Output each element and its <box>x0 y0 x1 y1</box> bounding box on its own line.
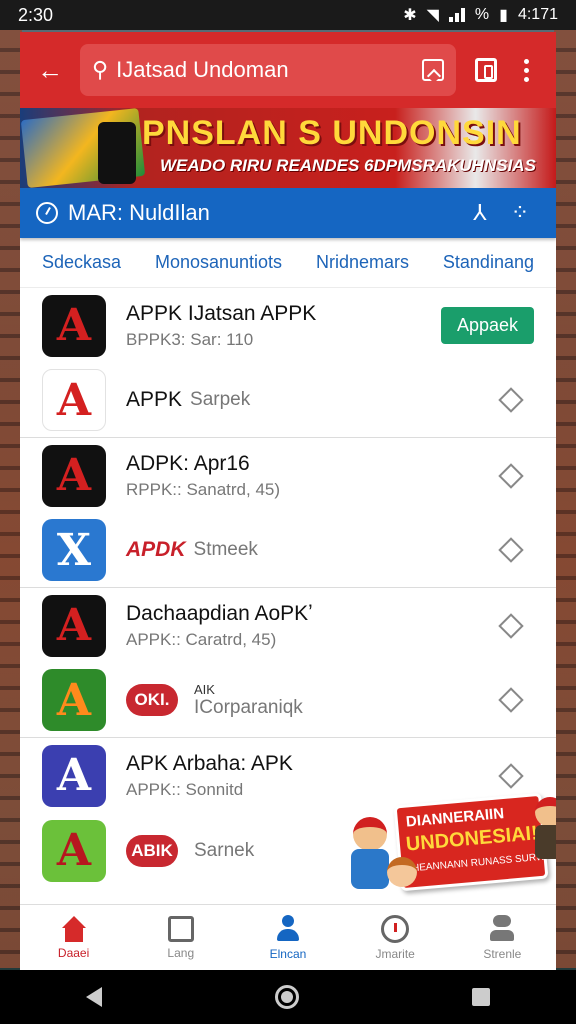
list-item[interactable]: A APK Arbaha: APK APPK:: Sonnitd <box>20 738 556 813</box>
app-icon: A <box>42 744 106 807</box>
item-subtitle: RPPK:: Sanatrd, 45) <box>126 479 281 499</box>
search-query: IJatsad Undoman <box>116 57 289 82</box>
nav-label: Strenle <box>483 946 522 961</box>
status-percent: % <box>474 6 490 23</box>
home-button-icon[interactable] <box>274 985 299 1009</box>
diamond-icon[interactable] <box>498 387 524 413</box>
brand-logo: ABIK <box>126 834 178 867</box>
app-list: A APPK IJatsan APPK BPPK3: Sar: 110 Appa… <box>20 288 556 888</box>
status-clock-right: 4:171 <box>517 6 558 23</box>
app-icon: A <box>42 369 106 431</box>
app-window: ← ⚲ IJatsad Undoman PNSLAN S UNDONSIN WE… <box>20 32 556 970</box>
list-item[interactable]: A APPK IJatsan APPK BPPK3: Sar: 110 Appa… <box>20 288 556 363</box>
item-title: APPK IJatsan APPK <box>126 301 317 325</box>
nav-label: Jmarite <box>375 946 415 961</box>
list-item[interactable]: A OKI. AIK ICorparaniqk <box>20 663 556 738</box>
app-icon: A <box>42 819 106 882</box>
status-icons: ✱ ◥ % ▮ 4:171 <box>403 5 558 25</box>
item-title: APPK <box>126 388 183 411</box>
status-bar: 2:30 ✱ ◥ % ▮ 4:171 <box>0 0 576 30</box>
nav-item-lang[interactable]: Lang <box>136 915 226 960</box>
item-tag: AIK <box>194 681 215 697</box>
recents-icon[interactable] <box>471 988 490 1006</box>
clock-icon <box>36 202 58 224</box>
home-icon <box>59 915 89 942</box>
square-icon <box>167 915 194 942</box>
diamond-icon[interactable] <box>498 537 524 563</box>
app-icon: A <box>42 444 106 507</box>
tab-nridnemars[interactable]: Nridnemars <box>316 252 409 273</box>
wifi-icon: ◥ <box>426 7 439 24</box>
timer-icon <box>381 914 410 943</box>
nav-label: Daaei <box>57 945 90 960</box>
back-arrow-icon[interactable]: ← <box>30 50 70 90</box>
tab-standinang[interactable]: Standinang <box>443 252 534 273</box>
app-icon: X <box>42 519 106 581</box>
brand-logo: APDK <box>126 538 186 561</box>
system-navigation-bar <box>0 970 576 1024</box>
item-subtitle: ICorparaniqk <box>194 696 303 718</box>
settings-icon[interactable]: ⁘ <box>500 200 540 226</box>
app-icon: A <box>42 669 106 731</box>
tabs-button[interactable] <box>466 50 506 90</box>
background-scenery-left <box>0 30 22 968</box>
user-icon <box>488 914 516 943</box>
list-item[interactable]: X APDK Stmeek <box>20 513 556 588</box>
overflow-menu-button[interactable] <box>506 50 546 90</box>
diamond-icon[interactable] <box>498 762 524 789</box>
list-item[interactable]: A ABIK Sarnek <box>20 813 556 888</box>
bluetooth-icon: ✱ <box>403 7 417 24</box>
diamond-icon[interactable] <box>498 612 524 639</box>
item-title: Dachaapdian AoPKʼ <box>126 601 313 625</box>
diamond-icon[interactable] <box>498 687 524 713</box>
banner-subtitle: WEADO RIRU REANDES 6DPMSRAKUHNSIAS <box>160 156 536 175</box>
list-item[interactable]: A APPK Sarpek <box>20 363 556 438</box>
item-subtitle: Sarpek <box>190 389 251 410</box>
more-vert-icon <box>523 58 529 82</box>
bookmark-icon[interactable] <box>422 59 444 81</box>
banner-title: PNSLAN S UNDONSIN <box>142 114 522 152</box>
search-input[interactable]: ⚲ IJatsad Undoman <box>80 44 456 96</box>
item-subtitle: APPK:: Sonnitd <box>126 779 244 799</box>
list-item[interactable]: A ADPK: Apr16 RPPK:: Sanatrd, 45) <box>20 438 556 513</box>
tab-sdeckasa[interactable]: Sdeckasa <box>42 252 121 273</box>
nav-item-jmarite[interactable]: Jmarite <box>350 914 440 961</box>
nav-label: Elncan <box>269 946 307 961</box>
list-item[interactable]: A Dachaapdian AoPKʼ APPK:: Caratrd, 45) <box>20 588 556 663</box>
promo-banner[interactable]: PNSLAN S UNDONSIN WEADO RIRU REANDES 6DP… <box>20 108 556 188</box>
diamond-icon[interactable] <box>498 462 524 489</box>
nav-label: Lang <box>167 945 195 960</box>
app-icon: A <box>42 594 106 657</box>
item-subtitle: BPPK3: Sar: 110 <box>126 329 254 349</box>
item-subtitle: Stmeek <box>193 539 258 560</box>
nav-item-strenle[interactable]: Strenle <box>457 914 547 961</box>
banner-phone-image <box>98 122 136 184</box>
bottom-navigation: Daaei Lang Elncan Jmarite Strenle <box>20 904 556 970</box>
background-scenery-right <box>554 30 576 968</box>
tabs-icon <box>475 58 497 82</box>
battery-icon: ▮ <box>499 7 508 24</box>
section-title: MAR: NuldIlan <box>68 200 210 225</box>
share-icon[interactable]: ⅄ <box>460 200 500 226</box>
category-tabs: Sdeckasa Monosanuntiots Nridnemars Stand… <box>20 238 556 288</box>
item-subtitle: APPK:: Caratrd, 45) <box>126 629 277 649</box>
nav-item-elncan[interactable]: Elncan <box>243 914 333 961</box>
top-toolbar: ← ⚲ IJatsad Undoman <box>20 32 556 108</box>
person-icon <box>274 914 302 943</box>
nav-item-home[interactable]: Daaei <box>29 915 119 960</box>
back-icon[interactable] <box>86 987 103 1007</box>
item-title: ADPK: Apr16 <box>126 451 250 475</box>
app-icon: A <box>42 294 106 357</box>
item-subtitle: Sarnek <box>194 839 255 861</box>
item-title: APK Arbaha: APK <box>126 751 293 775</box>
tab-monosanuntiots[interactable]: Monosanuntiots <box>155 252 282 273</box>
status-time: 2:30 <box>18 4 54 25</box>
signal-icon <box>448 8 465 22</box>
search-icon: ⚲ <box>92 57 109 82</box>
brand-logo: OKI. <box>126 684 178 716</box>
section-header-bar: MAR: NuldIlan ⅄ ⁘ <box>20 188 556 238</box>
get-button[interactable]: Appaek <box>440 307 534 344</box>
